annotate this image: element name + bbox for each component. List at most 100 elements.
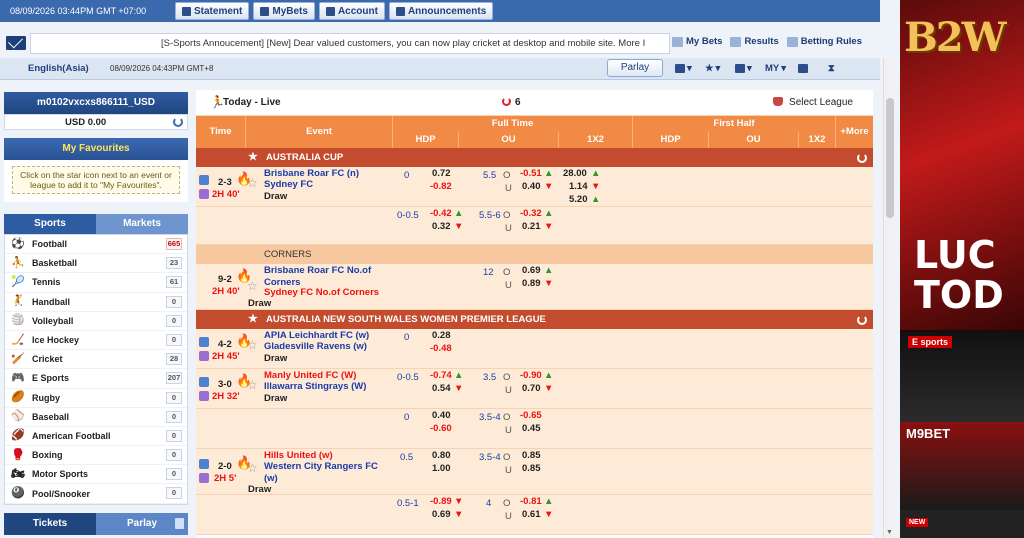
advert-casino[interactable]: B2W LUC TOD bbox=[900, 0, 1024, 330]
odds-type-select[interactable]: MY ▾ bbox=[762, 61, 789, 76]
odds[interactable]: 0.70 bbox=[522, 383, 541, 394]
favourite-star-icon[interactable]: ☆ bbox=[247, 176, 258, 190]
live-tv-icon[interactable] bbox=[199, 337, 209, 347]
odds[interactable]: -0.60 bbox=[430, 423, 452, 434]
odds[interactable]: -0.48 bbox=[430, 343, 452, 354]
league-header[interactable]: ★ AUSTRALIA NEW SOUTH WALES WOMEN PREMIER… bbox=[196, 310, 873, 329]
odds[interactable]: -0.51 bbox=[520, 168, 542, 179]
live-tv-icon[interactable] bbox=[199, 175, 209, 185]
results-link[interactable]: Results bbox=[730, 36, 779, 47]
odds[interactable]: 0.40 bbox=[432, 410, 451, 421]
mail-icon[interactable] bbox=[6, 36, 26, 50]
sport-item-basketball[interactable]: ⛹ Basketball 23 bbox=[5, 254, 187, 274]
add-tool[interactable]: ▾ bbox=[672, 61, 696, 76]
stats-icon[interactable] bbox=[199, 473, 209, 483]
sport-item-boxing[interactable]: 🥊 Boxing 0 bbox=[5, 446, 187, 466]
star-icon[interactable]: ★ bbox=[248, 148, 258, 167]
settings-tool[interactable] bbox=[795, 61, 819, 76]
odds[interactable]: 0.72 bbox=[432, 168, 451, 179]
tab-sports[interactable]: Sports bbox=[4, 214, 96, 234]
account-button[interactable]: Account bbox=[318, 2, 385, 20]
sport-item-american-football[interactable]: 🏈 American Football 0 bbox=[5, 427, 187, 447]
league-header[interactable]: CORNERS bbox=[196, 245, 873, 264]
betting-rules-link[interactable]: Betting Rules bbox=[786, 36, 862, 47]
favourite-star-icon[interactable]: ☆ bbox=[247, 338, 258, 352]
league-header[interactable]: ★ AUSTRALIA CUP bbox=[196, 148, 873, 167]
odds[interactable]: 5.20 bbox=[569, 194, 588, 205]
odds[interactable]: -0.89 bbox=[430, 496, 452, 507]
odds[interactable]: -0.81 bbox=[520, 496, 542, 507]
refresh-icon[interactable] bbox=[173, 117, 183, 127]
live-count[interactable]: 6 bbox=[502, 97, 521, 108]
odds[interactable]: 0.54 bbox=[432, 383, 451, 394]
sport-item-ice-hockey[interactable]: 🏒 Ice Hockey 0 bbox=[5, 331, 187, 351]
stats-icon[interactable] bbox=[199, 189, 209, 199]
live-tv-icon[interactable] bbox=[199, 459, 209, 469]
sport-item-football[interactable]: ⚽ Football 665 bbox=[5, 235, 187, 255]
odds[interactable]: 0.85 bbox=[522, 463, 541, 474]
favourite-star-icon[interactable]: ☆ bbox=[247, 461, 258, 475]
mybets-button[interactable]: MyBets bbox=[253, 2, 315, 20]
favourite-star-icon[interactable]: ☆ bbox=[247, 279, 258, 293]
odds[interactable]: 0.21 bbox=[522, 221, 541, 232]
favourite-tool[interactable]: ★ ▾ bbox=[702, 61, 726, 76]
tab-markets[interactable]: Markets bbox=[96, 214, 188, 234]
odds[interactable]: 0.85 bbox=[522, 450, 541, 461]
sport-item-cricket[interactable]: 🏏 Cricket 28 bbox=[5, 350, 187, 370]
odds[interactable]: 0.45 bbox=[522, 423, 541, 434]
parlay-tab[interactable]: Parlay bbox=[96, 512, 188, 535]
mybets-link[interactable]: My Bets bbox=[672, 36, 722, 47]
select-league-button[interactable]: Select League bbox=[773, 97, 853, 108]
odds[interactable]: 0.28 bbox=[432, 330, 451, 341]
tickets-tab[interactable]: Tickets bbox=[4, 512, 96, 535]
odds[interactable]: 0.40 bbox=[522, 181, 541, 192]
advert-new[interactable]: NEW bbox=[900, 510, 1024, 538]
announcement-ticker[interactable]: [S-Sports Annoucement] [New] Dear valued… bbox=[30, 33, 670, 54]
odds[interactable]: -0.65 bbox=[520, 410, 542, 421]
odds[interactable]: -0.74 bbox=[430, 370, 452, 381]
sport-item-pool-snooker[interactable]: 🎱 Pool/Snooker 0 bbox=[5, 484, 187, 504]
scroll-down-icon[interactable]: ▼ bbox=[886, 529, 893, 536]
odds[interactable]: 0.32 bbox=[432, 221, 451, 232]
announcements-button[interactable]: Announcements bbox=[388, 2, 494, 20]
sport-item-e-sports[interactable]: 🎮 E Sports 207 bbox=[5, 369, 187, 389]
star-icon[interactable]: ★ bbox=[248, 310, 258, 329]
advert-text: LUC TOD bbox=[914, 233, 1004, 317]
more-markets-button[interactable]: +More bbox=[836, 116, 873, 148]
refresh-icon[interactable] bbox=[857, 315, 867, 325]
odds[interactable]: 1.00 bbox=[432, 463, 451, 474]
parlay-button[interactable]: Parlay bbox=[607, 59, 663, 77]
stats-icon[interactable] bbox=[199, 351, 209, 361]
stats-icon[interactable] bbox=[199, 391, 209, 401]
odds[interactable]: -0.82 bbox=[430, 181, 452, 192]
odds[interactable]: -0.90 bbox=[520, 370, 542, 381]
odds[interactable]: 0.80 bbox=[432, 450, 451, 461]
odds[interactable]: -0.32 bbox=[520, 208, 542, 219]
sport-item-volleyball[interactable]: 🏐 Volleyball 0 bbox=[5, 312, 187, 331]
favourite-star-icon[interactable]: ☆ bbox=[247, 378, 258, 392]
print-tool[interactable]: ⧗ bbox=[825, 61, 849, 76]
advert-esports[interactable]: E sports bbox=[900, 332, 1024, 422]
refresh-icon[interactable] bbox=[857, 153, 867, 163]
language-select[interactable]: English(Asia) bbox=[0, 63, 110, 74]
odds[interactable]: 0.61 bbox=[522, 509, 541, 520]
sport-item-motor-sports[interactable]: 🏍 Motor Sports 0 bbox=[5, 465, 187, 485]
scrollbar[interactable]: ▼ bbox=[883, 58, 895, 538]
odds[interactable]: -0.42 bbox=[430, 208, 452, 219]
odds[interactable]: 1.14 bbox=[569, 181, 588, 192]
odds[interactable]: 0.69 bbox=[432, 509, 451, 520]
sport-item-rugby[interactable]: 🏉 Rugby 0 bbox=[5, 389, 187, 408]
odds[interactable]: 0.89 bbox=[522, 278, 541, 289]
advert-banner[interactable]: B2W LUC TOD E sports M9BET NEW bbox=[900, 0, 1024, 538]
advert-m9bet[interactable]: M9BET bbox=[900, 422, 1024, 510]
view-tool[interactable]: ▾ bbox=[732, 61, 756, 76]
statement-button[interactable]: Statement bbox=[175, 2, 250, 20]
odds[interactable]: 0.69 bbox=[522, 265, 541, 276]
favourites-header[interactable]: My Favourites bbox=[4, 138, 188, 160]
live-tv-icon[interactable] bbox=[199, 377, 209, 387]
sport-item-tennis[interactable]: 🎾 Tennis 61 bbox=[5, 273, 187, 293]
scroll-thumb[interactable] bbox=[886, 98, 894, 218]
sport-item-handball[interactable]: 🤾 Handball 0 bbox=[5, 293, 187, 312]
odds[interactable]: 28.00 bbox=[563, 168, 587, 179]
sport-item-baseball[interactable]: ⚾ Baseball 0 bbox=[5, 408, 187, 427]
